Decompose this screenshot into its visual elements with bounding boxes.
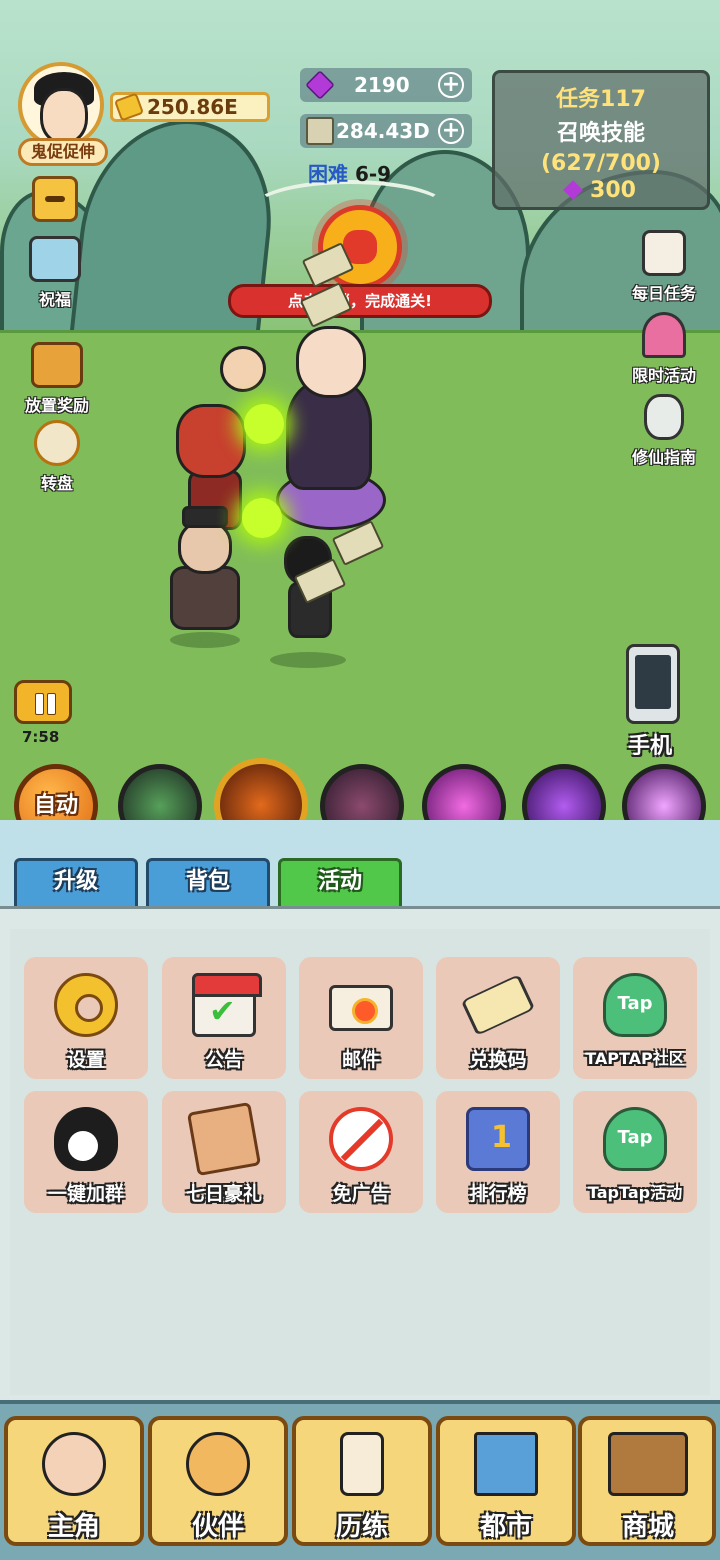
task-progress: (627/700) — [541, 151, 661, 176]
ticket-icon — [460, 974, 536, 1036]
pause-button[interactable] — [14, 680, 72, 724]
tab-backpack[interactable]: 背包 — [146, 858, 270, 906]
mail-icon — [329, 985, 393, 1031]
avatar — [18, 62, 104, 148]
task-reward: 300 — [495, 178, 707, 203]
elder-character — [170, 566, 240, 630]
nav-shop[interactable]: 商城 — [578, 1416, 716, 1546]
battle-scene: 鬼促促伸 250.86E 2190 + 284.43D + 困难 6-9 任务1… — [0, 0, 720, 820]
announcement-button[interactable]: 公告 — [162, 957, 286, 1079]
cat-icon — [186, 1432, 250, 1496]
hero-portrait-icon — [42, 1432, 106, 1496]
task-name: 召唤技能 — [556, 121, 645, 146]
gold-counter: 250.86E — [110, 92, 270, 122]
add-gems-button[interactable]: + — [438, 72, 464, 98]
taptap-event-button[interactable]: Tap TapTap活动 — [573, 1091, 697, 1213]
mail-button[interactable]: 邮件 — [299, 957, 423, 1079]
gear-icon — [54, 973, 118, 1037]
task-panel[interactable]: 任务117 召唤技能 (627/700) 300 — [492, 70, 710, 210]
nav-hero[interactable]: 主角 — [4, 1416, 144, 1546]
nav-city[interactable]: 都市 — [436, 1416, 576, 1546]
monk-character — [220, 346, 266, 392]
treasure-chest-icon — [31, 342, 83, 388]
settings-button[interactable]: 设置 — [24, 957, 148, 1079]
no-ads-button[interactable]: 免广告 — [299, 1091, 423, 1213]
gem-icon — [563, 180, 583, 200]
tab-bar: 升级 背包 活动 — [0, 858, 720, 908]
join-group-button[interactable]: 一键加群 — [24, 1091, 148, 1213]
party-popper-icon — [642, 312, 686, 358]
activity-panel: 设置 公告 邮件 兑换码 Tap TAPTAP社区 一键加群 七日豪礼 — [0, 906, 720, 1400]
blessing-icon — [29, 236, 81, 282]
wheel-icon — [34, 420, 80, 466]
challenge-banner[interactable]: 点击...锁，完成通关! — [228, 284, 492, 318]
battle-timer: 7:58 — [22, 728, 60, 746]
difficulty-label: 困难 6-9 — [308, 162, 392, 186]
nav-training[interactable]: 历练 — [292, 1416, 432, 1546]
taptap-community-button[interactable]: Tap TAPTAP社区 — [573, 957, 697, 1079]
nav-partner[interactable]: 伙伴 — [148, 1416, 288, 1546]
city-buildings-icon — [474, 1432, 538, 1496]
redeem-code-button[interactable]: 兑换码 — [436, 957, 560, 1079]
seven-day-gift-button[interactable]: 七日豪礼 — [162, 1091, 286, 1213]
warrior-head — [176, 404, 246, 478]
activity-grid: 设置 公告 邮件 兑换码 Tap TAPTAP社区 一键加群 七日豪礼 — [10, 929, 710, 1395]
phone-label[interactable]: 手机 — [628, 728, 672, 760]
tab-upgrade[interactable]: 升级 — [14, 858, 138, 906]
gem-counter: 2190 + — [300, 68, 472, 102]
daily-task-button[interactable]: 每日任务 — [626, 230, 702, 304]
player-name: 鬼促促伸 — [18, 138, 108, 166]
gem-value: 2190 — [354, 73, 410, 97]
limited-event-button[interactable]: 限时活动 — [626, 312, 702, 386]
notice-clipboard-icon — [192, 973, 262, 1037]
gold-value: 250.86E — [147, 95, 238, 119]
leaderboard-icon — [466, 1107, 530, 1171]
leaderboard-button[interactable]: 排行榜 — [436, 1091, 560, 1213]
gem-icon — [305, 70, 335, 100]
wheel-button[interactable]: 转盘 — [22, 420, 92, 494]
immortal-figure-icon — [644, 394, 684, 440]
cash-value: 284.43D — [336, 119, 430, 143]
energy-orb — [242, 498, 282, 538]
calendar-tag-icon — [340, 1432, 384, 1496]
add-cash-button[interactable]: + — [438, 118, 464, 144]
phone-icon[interactable] — [626, 644, 680, 724]
shop-stall-icon — [608, 1432, 688, 1496]
no-ads-icon — [329, 1107, 393, 1171]
energy-orb — [244, 404, 284, 444]
tab-activity[interactable]: 活动 — [278, 858, 402, 906]
cash-counter: 284.43D + — [300, 114, 472, 148]
scroll-calendar-icon — [186, 1101, 262, 1177]
elder-head — [178, 520, 232, 574]
elder-hat — [182, 506, 228, 528]
blessing-button[interactable]: 祝福 — [20, 236, 90, 310]
qq-penguin-icon — [54, 1107, 118, 1171]
guide-button[interactable]: 修仙指南 — [626, 394, 702, 468]
task-title: 任务117 — [556, 87, 646, 112]
clipboard-icon — [642, 230, 686, 276]
hero-head — [296, 326, 366, 398]
idle-reward-button[interactable]: 放置奖励 — [14, 342, 100, 416]
taptap-icon: Tap — [603, 973, 667, 1037]
taptap-icon: Tap — [603, 1107, 667, 1171]
player-avatar[interactable]: 鬼促促伸 — [18, 62, 108, 166]
gold-coin-icon — [113, 92, 145, 122]
cash-icon — [306, 117, 334, 145]
collapse-button[interactable] — [32, 176, 78, 222]
bottom-navigation: 主角 伙伴 历练 都市 商城 — [0, 1400, 720, 1560]
